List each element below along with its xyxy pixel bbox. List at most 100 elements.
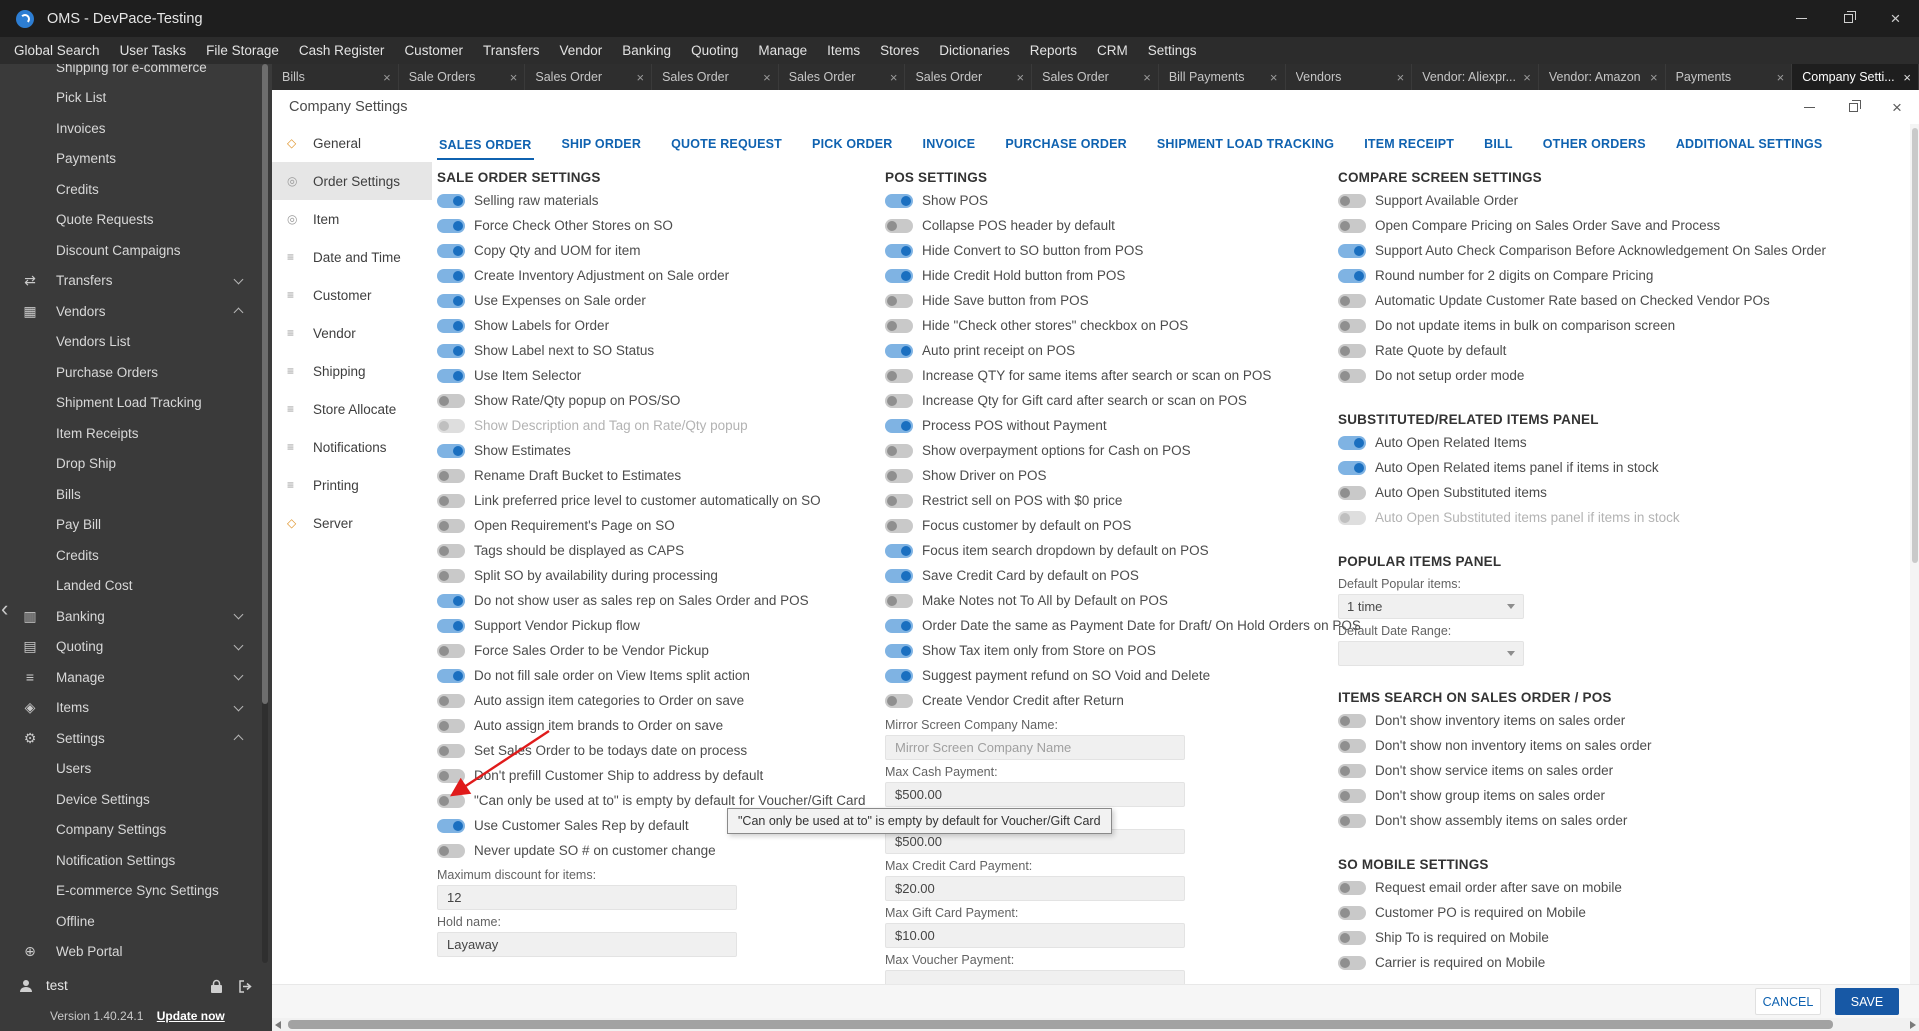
toggle-switch[interactable] xyxy=(437,518,465,533)
toggle-switch[interactable] xyxy=(437,543,465,558)
settings-tab-other-orders[interactable]: OTHER ORDERS xyxy=(1541,137,1648,160)
menu-item-cash-register[interactable]: Cash Register xyxy=(289,37,395,64)
toggle-switch[interactable] xyxy=(885,193,913,208)
menu-item-manage[interactable]: Manage xyxy=(748,37,817,64)
vertical-scrollbar-thumb[interactable] xyxy=(1911,128,1918,563)
text-input-max-cash-payment[interactable] xyxy=(885,782,1185,807)
menu-item-quoting[interactable]: Quoting xyxy=(681,37,748,64)
tab-close-icon[interactable]: × xyxy=(510,70,518,85)
sidebar-scrollbar[interactable] xyxy=(262,64,268,963)
toggle-switch[interactable] xyxy=(885,493,913,508)
menu-item-vendor[interactable]: Vendor xyxy=(549,37,612,64)
tab-close-icon[interactable]: × xyxy=(1143,70,1151,85)
sidebar-item-discount-campaigns[interactable]: Discount Campaigns xyxy=(0,235,260,266)
toggle-switch[interactable] xyxy=(885,293,913,308)
toggle-switch[interactable] xyxy=(1338,368,1366,383)
tab-close-icon[interactable]: × xyxy=(1650,70,1658,85)
toggle-switch[interactable] xyxy=(1338,930,1366,945)
sidebar-item-credits[interactable]: Credits xyxy=(0,540,260,571)
toggle-switch[interactable] xyxy=(1338,318,1366,333)
toggle-switch[interactable] xyxy=(885,618,913,633)
category-shipping[interactable]: ≡ Shipping xyxy=(272,352,432,390)
toggle-switch[interactable] xyxy=(1338,905,1366,920)
toggle-switch[interactable] xyxy=(885,243,913,258)
settings-tab-quote-request[interactable]: QUOTE REQUEST xyxy=(669,137,784,160)
toggle-switch[interactable] xyxy=(885,368,913,383)
toggle-switch[interactable] xyxy=(885,568,913,583)
category-printing[interactable]: ≡ Printing xyxy=(272,466,432,504)
settings-tab-additional-settings[interactable]: ADDITIONAL SETTINGS xyxy=(1674,137,1825,160)
menu-item-global-search[interactable]: Global Search xyxy=(4,37,110,64)
toggle-switch[interactable] xyxy=(437,268,465,283)
toggle-switch[interactable] xyxy=(1338,955,1366,970)
toggle-switch[interactable] xyxy=(437,443,465,458)
sidebar-collapse-icon[interactable]: ‹ xyxy=(1,598,8,620)
toggle-switch[interactable] xyxy=(885,343,913,358)
menu-item-crm[interactable]: CRM xyxy=(1087,37,1138,64)
dropdown-default-date-range[interactable] xyxy=(1338,641,1524,666)
toggle-switch[interactable] xyxy=(437,368,465,383)
tab-close-icon[interactable]: × xyxy=(890,70,898,85)
lock-icon[interactable] xyxy=(210,979,223,997)
document-tab-sales-order[interactable]: Sales Order × xyxy=(1032,64,1159,90)
toggle-switch[interactable] xyxy=(1338,193,1366,208)
sidebar-item-drop-ship[interactable]: Drop Ship xyxy=(0,449,260,480)
close-button[interactable]: × xyxy=(1872,0,1919,37)
toggle-switch[interactable] xyxy=(437,493,465,508)
menu-item-settings[interactable]: Settings xyxy=(1138,37,1207,64)
tab-close-icon[interactable]: × xyxy=(1903,70,1911,85)
tab-close-icon[interactable]: × xyxy=(1397,70,1405,85)
document-tab-sales-order[interactable]: Sales Order × xyxy=(652,64,779,90)
toggle-switch[interactable] xyxy=(437,668,465,683)
menu-item-user-tasks[interactable]: User Tasks xyxy=(110,37,197,64)
tab-close-icon[interactable]: × xyxy=(763,70,771,85)
dropdown-default-popular-items[interactable]: 1 time xyxy=(1338,594,1524,619)
menu-item-reports[interactable]: Reports xyxy=(1020,37,1087,64)
sidebar-item-landed-cost[interactable]: Landed Cost xyxy=(0,571,260,602)
text-input-max-credit-card-payment[interactable] xyxy=(885,876,1185,901)
sidebar-item-purchase-orders[interactable]: Purchase Orders xyxy=(0,357,260,388)
settings-tab-shipment-load-tracking[interactable]: SHIPMENT LOAD TRACKING xyxy=(1155,137,1336,160)
category-date-and-time[interactable]: ≡ Date and Time xyxy=(272,238,432,276)
toggle-switch[interactable] xyxy=(885,668,913,683)
maximize-button[interactable] xyxy=(1825,0,1872,37)
sidebar-item-manage[interactable]: ≡ Manage xyxy=(0,662,260,693)
toggle-switch[interactable] xyxy=(885,468,913,483)
horizontal-scrollbar-thumb[interactable] xyxy=(288,1020,1833,1029)
toggle-switch[interactable] xyxy=(437,693,465,708)
toggle-switch[interactable] xyxy=(437,318,465,333)
toggle-switch[interactable] xyxy=(437,743,465,758)
sidebar-item-quoting[interactable]: ▤ Quoting xyxy=(0,632,260,663)
sidebar-item-payments[interactable]: Payments xyxy=(0,144,260,175)
toggle-switch[interactable] xyxy=(1338,218,1366,233)
settings-restore-button[interactable] xyxy=(1831,90,1875,124)
toggle-switch[interactable] xyxy=(1338,713,1366,728)
menu-item-customer[interactable]: Customer xyxy=(394,37,473,64)
toggle-switch[interactable] xyxy=(437,593,465,608)
toggle-switch[interactable] xyxy=(437,568,465,583)
settings-tab-bill[interactable]: BILL xyxy=(1482,137,1515,160)
document-tab-payments[interactable]: Payments × xyxy=(1665,64,1793,90)
document-tab-company-setti[interactable]: Company Setti... × xyxy=(1792,64,1919,90)
sidebar-item-web-portal[interactable]: ⊕ Web Portal xyxy=(0,937,260,964)
minimize-button[interactable] xyxy=(1778,0,1825,37)
toggle-switch[interactable] xyxy=(885,593,913,608)
toggle-switch[interactable] xyxy=(437,393,465,408)
vertical-scrollbar[interactable] xyxy=(1910,124,1919,985)
toggle-switch[interactable] xyxy=(1338,763,1366,778)
toggle-switch[interactable] xyxy=(885,443,913,458)
document-tab-bills[interactable]: Bills × xyxy=(272,64,399,90)
sidebar-item-pay-bill[interactable]: Pay Bill xyxy=(0,510,260,541)
toggle-switch[interactable] xyxy=(437,843,465,858)
tab-close-icon[interactable]: × xyxy=(636,70,644,85)
toggle-switch[interactable] xyxy=(1338,485,1366,500)
tab-close-icon[interactable]: × xyxy=(1523,70,1531,85)
category-item[interactable]: ◎ Item xyxy=(272,200,432,238)
horizontal-scrollbar[interactable] xyxy=(272,1018,1919,1031)
tab-close-icon[interactable]: × xyxy=(383,70,391,85)
toggle-switch[interactable] xyxy=(1338,343,1366,358)
sidebar-item-company-settings[interactable]: Company Settings xyxy=(0,815,260,846)
toggle-switch[interactable] xyxy=(885,218,913,233)
sidebar-item-credits[interactable]: Credits xyxy=(0,174,260,205)
text-input-mirror-screen-company-name[interactable] xyxy=(885,735,1185,760)
